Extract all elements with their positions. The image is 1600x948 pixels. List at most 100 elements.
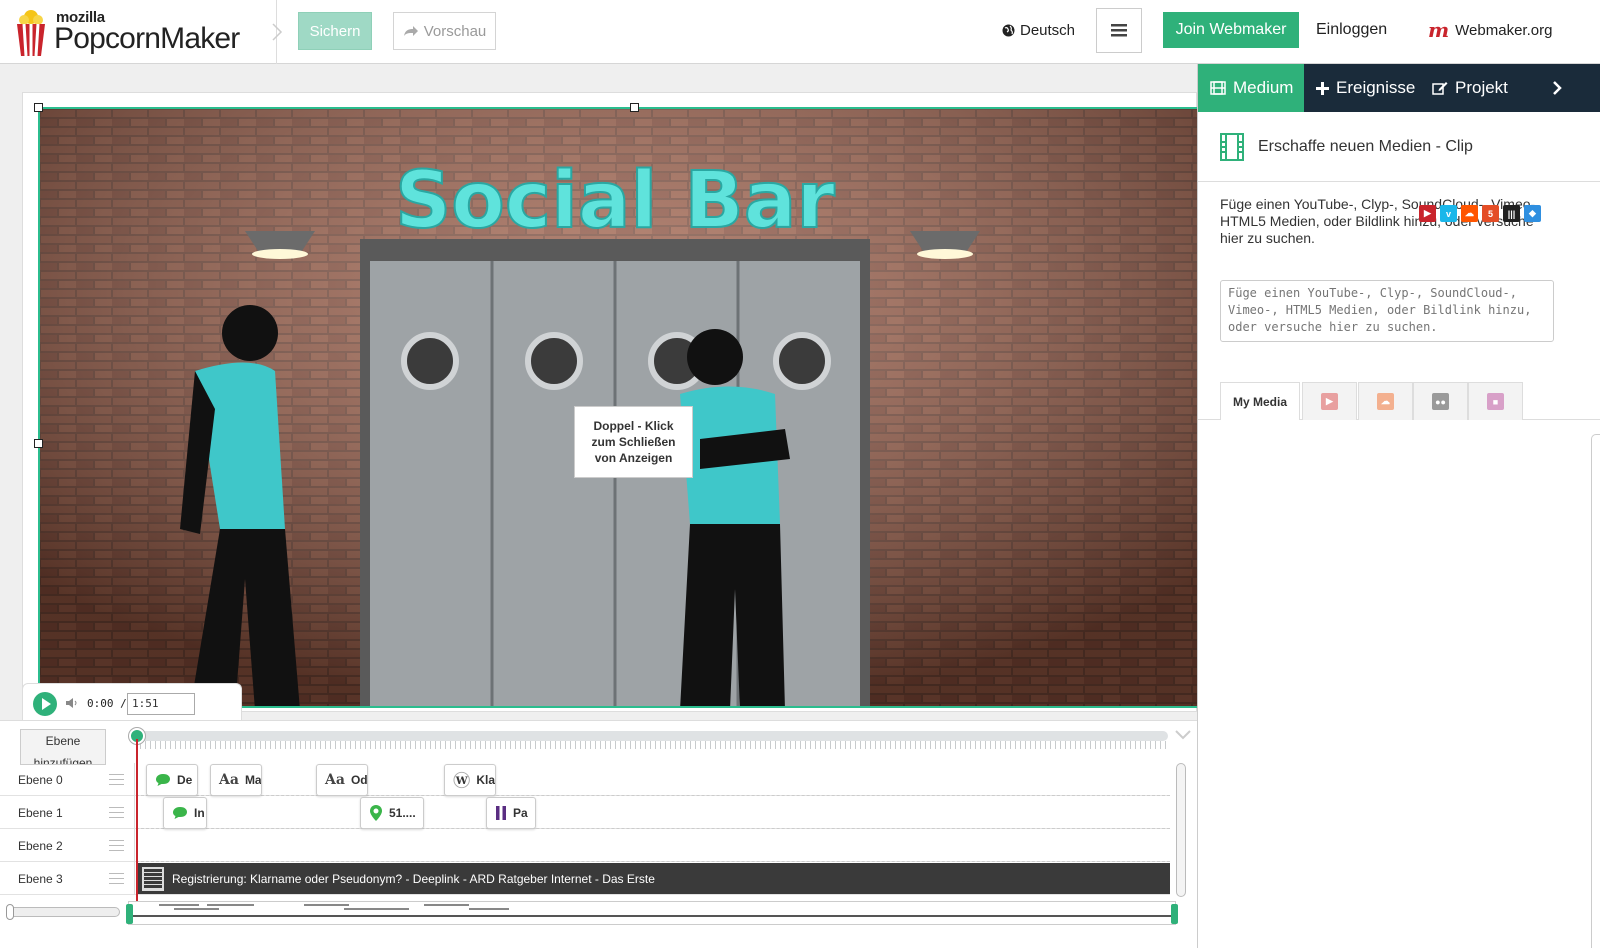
youtube-icon: ▶ xyxy=(1419,205,1436,222)
overview-marks xyxy=(133,904,1171,917)
event-speech[interactable]: De xyxy=(146,764,198,796)
event-map[interactable]: 51.... xyxy=(360,797,424,829)
html5-icon: 5 xyxy=(1482,205,1499,222)
layer-label-text: Ebene 2 xyxy=(18,839,63,853)
timeline-overview[interactable] xyxy=(128,901,1176,925)
edit-icon xyxy=(1432,82,1448,95)
event-label: Ma xyxy=(244,773,262,787)
zoom-slider[interactable] xyxy=(6,907,120,917)
resize-handle-left[interactable] xyxy=(34,439,43,448)
playhead[interactable] xyxy=(136,739,138,911)
event-label: Od xyxy=(350,773,368,787)
youtube-icon: ▶ xyxy=(1321,393,1338,410)
event-label: In xyxy=(194,806,205,820)
event-speech[interactable]: In xyxy=(163,797,207,829)
svg-text:W: W xyxy=(455,775,468,787)
tab-project[interactable]: Projekt xyxy=(1432,64,1508,112)
tab-flickr[interactable]: ●● xyxy=(1413,382,1468,420)
drag-grip-icon[interactable] xyxy=(109,774,124,785)
supported-sources-icons: ▶ v ☁ 5 ||| ◆ xyxy=(1419,205,1541,222)
drag-grip-icon[interactable] xyxy=(109,807,124,818)
play-button[interactable] xyxy=(33,692,57,716)
vimeo-icon: v xyxy=(1440,205,1457,222)
tab-label: Projekt xyxy=(1455,78,1508,97)
add-layer-button[interactable]: Ebene hinzufügen xyxy=(20,729,106,765)
double-click-tooltip: Doppel - Klick zum Schließen von Anzeige… xyxy=(574,406,693,478)
resize-handle-top[interactable] xyxy=(630,103,639,112)
drag-grip-icon[interactable] xyxy=(109,840,124,851)
tab-label: Medium xyxy=(1233,78,1294,97)
language-selector[interactable]: Deutsch xyxy=(1002,22,1075,39)
layer-row-3: Ebene 3 Registrierung: Klarname oder Pse… xyxy=(0,862,1170,895)
event-label: 51.... xyxy=(389,806,416,820)
join-webmaker-button[interactable]: Join Webmaker xyxy=(1163,12,1299,48)
event-label: De xyxy=(177,773,193,787)
chevron-down-icon[interactable] xyxy=(1174,729,1192,741)
layer-track-2[interactable] xyxy=(136,829,1170,862)
tab-soundcloud[interactable]: ☁ xyxy=(1358,382,1413,420)
plus-icon xyxy=(1316,81,1329,95)
event-label: Kla xyxy=(476,773,495,787)
volume-icon[interactable] xyxy=(65,697,79,709)
menu-button[interactable] xyxy=(1096,8,1142,53)
tab-medium[interactable]: Medium xyxy=(1198,64,1304,112)
event-text[interactable]: Aa Ma xyxy=(210,764,262,796)
layer-label-1[interactable]: Ebene 1 xyxy=(0,796,135,829)
clyp-icon: ||| xyxy=(1503,205,1520,222)
timeline: Ebene hinzufügen Ebene 0 De Aa Ma Aa Od … xyxy=(0,720,1197,948)
drag-grip-icon[interactable] xyxy=(109,873,124,884)
layer-label-text: Ebene 3 xyxy=(18,872,63,886)
media-source-tabs: My Media ▶ ☁ ●● ■ xyxy=(1198,382,1600,420)
tab-my-media[interactable]: My Media xyxy=(1220,382,1300,420)
speech-bubble-icon xyxy=(173,807,187,819)
share-arrow-icon xyxy=(403,26,418,36)
speech-bubble-icon xyxy=(156,774,170,786)
tab-youtube[interactable]: ▶ xyxy=(1302,382,1357,420)
player-controls: 0:00 / 1:51 xyxy=(22,683,242,721)
event-text[interactable]: Aa Od xyxy=(316,764,368,796)
overview-handle-right[interactable] xyxy=(1171,904,1178,924)
language-label: Deutsch xyxy=(1020,22,1076,39)
top-bar: mozilla PopcornMaker Sichern Vorschau De… xyxy=(0,0,1600,64)
event-wikipedia[interactable]: W Kla xyxy=(444,764,496,796)
timeline-scrubber[interactable] xyxy=(132,731,1168,741)
resize-handle-top-left[interactable] xyxy=(34,103,43,112)
soundcloud-icon: ☁ xyxy=(1461,205,1478,222)
panel-heading-text: Erschaffe neuen Medien - Clip xyxy=(1258,137,1473,155)
layer-label-2[interactable]: Ebene 2 xyxy=(0,829,135,862)
overview-handle-left[interactable] xyxy=(126,904,133,924)
tab-events[interactable]: Ereignisse xyxy=(1316,64,1415,112)
layer-track-0[interactable]: De Aa Ma Aa Od W Kla xyxy=(136,763,1170,796)
save-button[interactable]: Sichern xyxy=(298,12,372,50)
duration-input[interactable]: 1:51 xyxy=(127,693,195,715)
hamburger-icon xyxy=(1111,24,1127,37)
media-search-input[interactable] xyxy=(1220,280,1554,342)
event-pause[interactable]: Pa xyxy=(486,797,536,829)
pause-icon xyxy=(496,806,506,820)
panel-tabs: Medium Ereignisse Projekt xyxy=(1198,64,1600,112)
giphy-icon: ■ xyxy=(1487,393,1504,410)
layer-label-text: Ebene 0 xyxy=(18,773,63,787)
film-strip-icon xyxy=(142,866,164,891)
wikipedia-icon: W xyxy=(453,771,470,789)
current-time: 0:00 / xyxy=(87,697,127,710)
map-pin-icon xyxy=(370,805,382,821)
chevron-right-icon[interactable] xyxy=(1551,80,1563,96)
layer-track-1[interactable]: In 51.... Pa xyxy=(136,796,1170,829)
layer-label-3[interactable]: Ebene 3 xyxy=(0,862,135,895)
panel-scrollbar[interactable] xyxy=(1591,434,1600,948)
layer-label-0[interactable]: Ebene 0 xyxy=(0,763,135,796)
soundcloud-icon: ☁ xyxy=(1377,393,1394,410)
media-clip-bar[interactable]: Registrierung: Klarname oder Pseudonym? … xyxy=(136,863,1170,894)
popcorn-maker-logo[interactable]: mozilla PopcornMaker xyxy=(12,4,272,60)
timeline-vertical-scrollbar[interactable] xyxy=(1176,763,1186,897)
tab-giphy[interactable]: ■ xyxy=(1468,382,1523,420)
panel-heading: Erschaffe neuen Medien - Clip xyxy=(1198,112,1600,182)
zoom-slider-knob[interactable] xyxy=(6,904,14,920)
login-link[interactable]: Einloggen xyxy=(1316,21,1387,39)
popcorn-logo-icon xyxy=(17,10,45,57)
preview-button[interactable]: Vorschau xyxy=(393,12,496,50)
webmaker-link[interactable]: m Webmaker.org xyxy=(1428,18,1552,42)
social-bar-sign: Social Bar xyxy=(395,156,835,246)
tab-label: Ereignisse xyxy=(1336,78,1416,97)
